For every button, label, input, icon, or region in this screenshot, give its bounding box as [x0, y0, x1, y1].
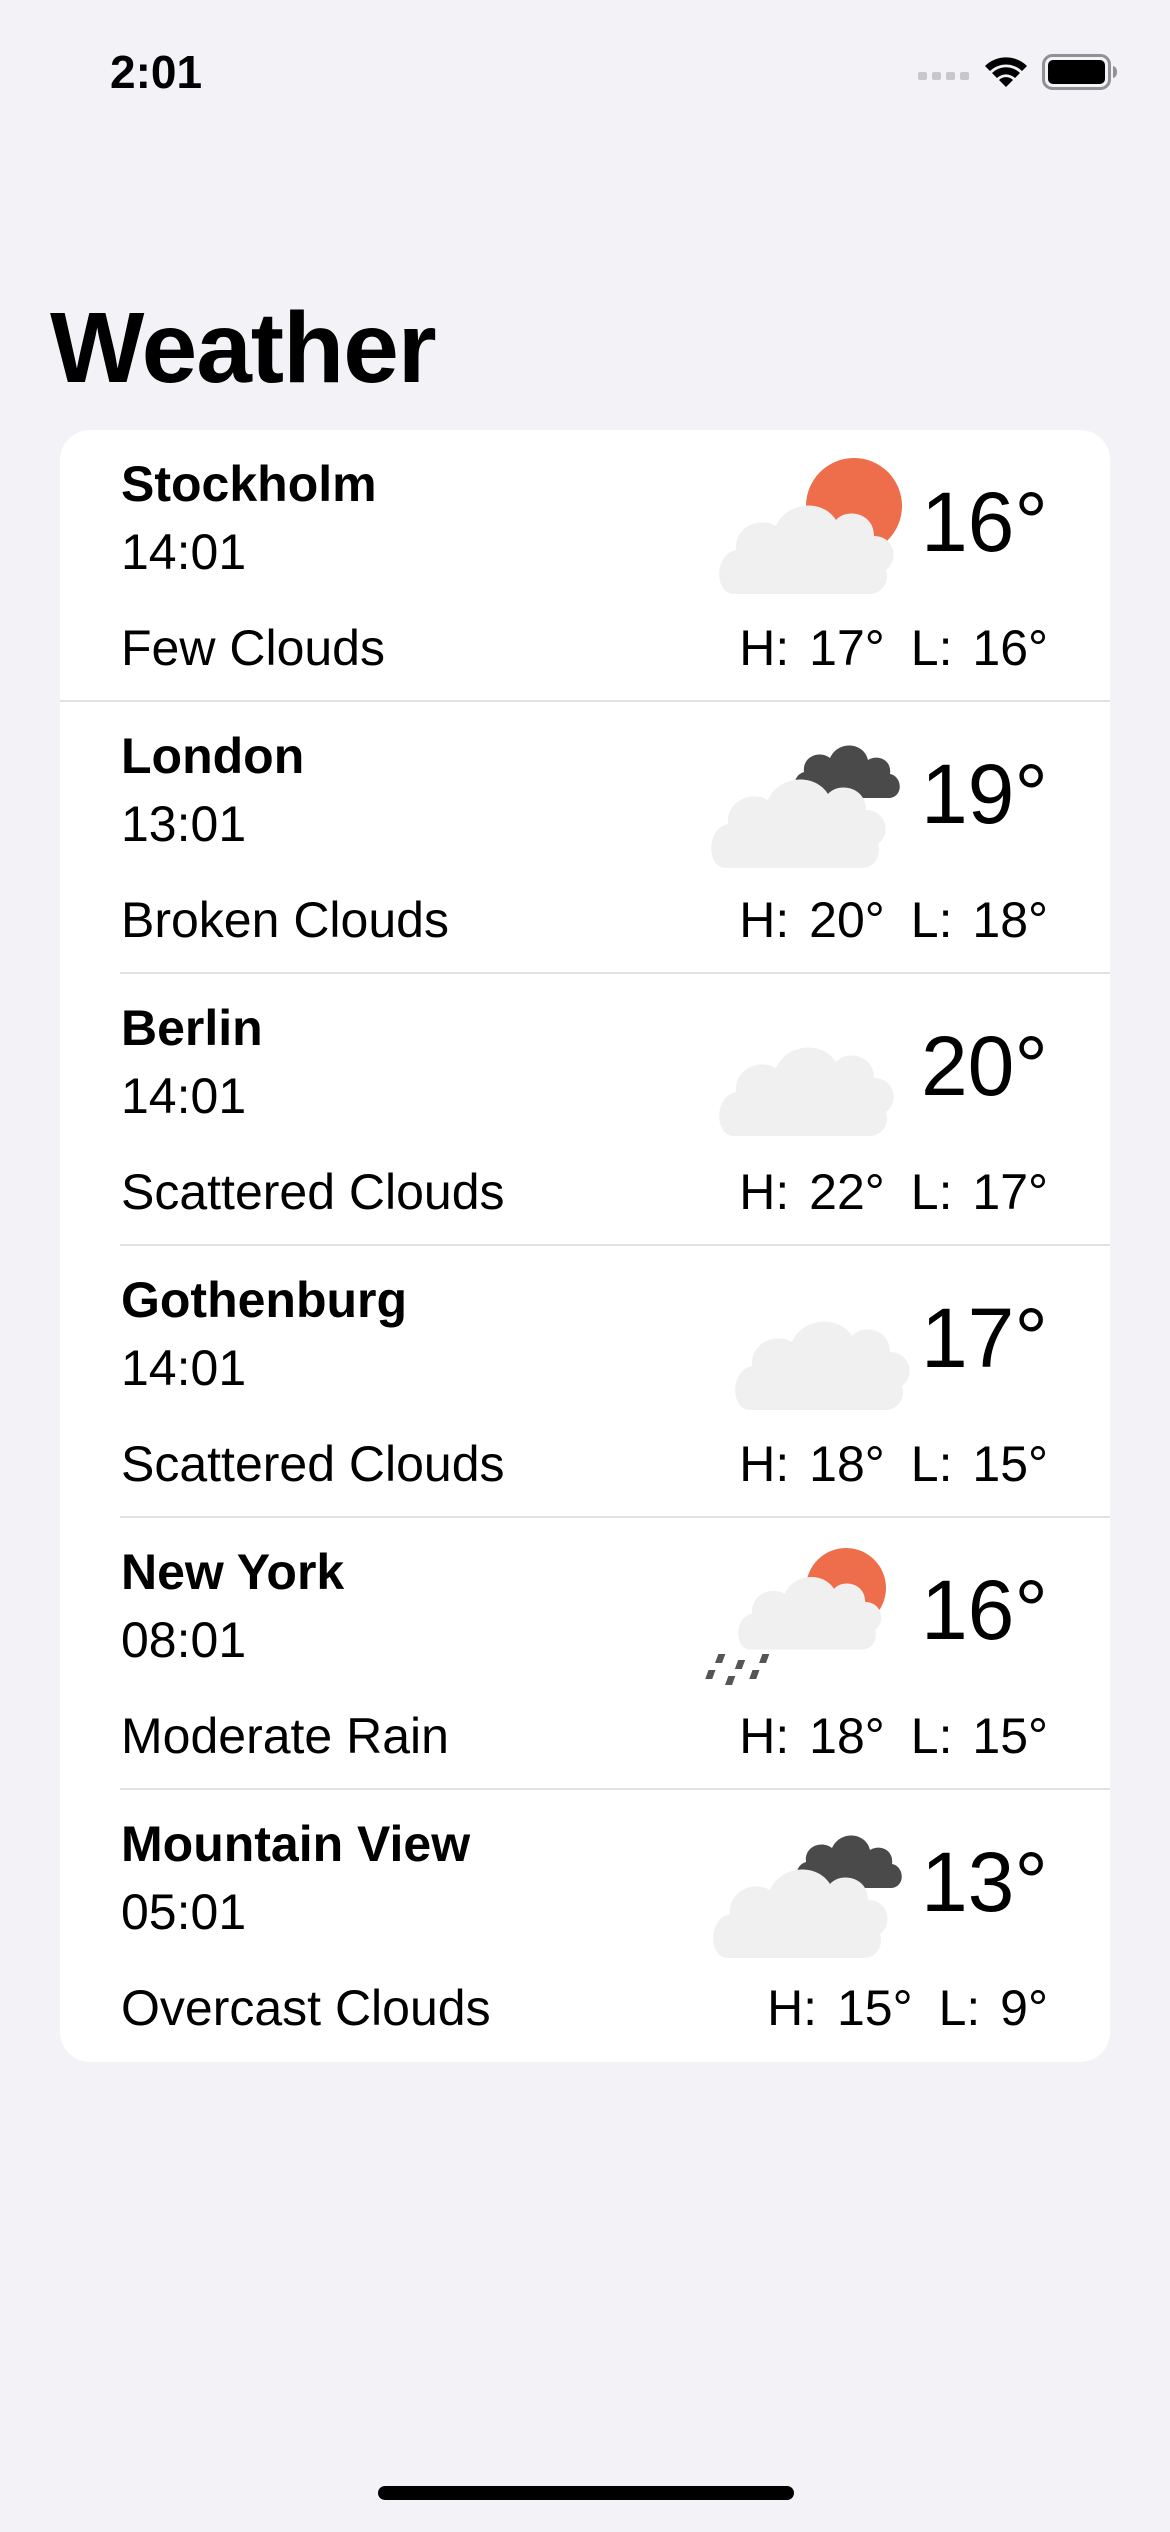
weather-condition: Overcast Clouds — [121, 1980, 491, 2036]
moderate-rain-icon — [705, 1548, 886, 1685]
city-name: London — [121, 728, 305, 784]
page-title: Weather — [50, 292, 437, 404]
current-temperature: 13° — [920, 1835, 1048, 1929]
city-local-time: 05:01 — [121, 1884, 247, 1940]
city-local-time: 14:01 — [121, 524, 247, 580]
city-list: Stockholm 14:01 Few Clouds 16° H: 17° L: … — [60, 430, 1110, 2062]
weather-condition: Scattered Clouds — [121, 1436, 505, 1492]
wifi-icon — [984, 55, 1028, 94]
home-indicator[interactable] — [378, 2486, 794, 2500]
broken-clouds-icon — [711, 745, 900, 868]
city-row-gothenburg[interactable]: Gothenburg 14:01 Scattered Clouds 17° H:… — [60, 1246, 1110, 1518]
low-temperature: L: 9° — [938, 1980, 1048, 2036]
weather-condition: Moderate Rain — [121, 1708, 449, 1764]
high-low-temperature: H: 20° L: 18° — [739, 888, 1048, 952]
weather-condition: Few Clouds — [121, 620, 385, 676]
city-row-stockholm[interactable]: Stockholm 14:01 Few Clouds 16° H: 17° L: … — [60, 430, 1110, 702]
city-name: Berlin — [121, 1000, 263, 1056]
city-local-time: 08:01 — [121, 1612, 247, 1668]
city-row-london[interactable]: London 13:01 Broken Clouds 19° H: 20° L: … — [60, 702, 1110, 974]
status-bar: 2:01 — [0, 0, 1170, 150]
city-local-time: 14:01 — [121, 1340, 247, 1396]
low-temperature: L: 15° — [910, 1708, 1048, 1764]
city-name: Mountain View — [121, 1816, 471, 1872]
battery-icon — [1042, 54, 1118, 95]
status-icons — [918, 54, 1118, 95]
current-temperature: 16° — [920, 475, 1048, 569]
weather-condition: Scattered Clouds — [121, 1164, 505, 1220]
current-temperature: 20° — [920, 1019, 1048, 1113]
scattered-clouds-icon — [735, 1321, 910, 1410]
city-row-berlin[interactable]: Berlin 14:01 Scattered Clouds 20° H: 22°… — [60, 974, 1110, 1246]
overcast-clouds-icon — [713, 1835, 902, 1958]
city-name: New York — [121, 1544, 345, 1600]
city-local-time: 13:01 — [121, 796, 247, 852]
low-temperature: L: 15° — [910, 1436, 1048, 1492]
current-temperature: 16° — [920, 1563, 1048, 1657]
city-row-new-york[interactable]: New York 08:01 Moderate Rain 16° H: 18° L… — [60, 1518, 1110, 1790]
high-temperature: H: 20° — [739, 892, 885, 948]
high-temperature: H: 17° — [739, 620, 885, 676]
current-temperature: 17° — [920, 1291, 1048, 1385]
high-low-temperature: H: 15° L: 9° — [767, 1976, 1048, 2040]
weather-condition: Broken Clouds — [121, 892, 449, 948]
scattered-clouds-icon — [719, 1047, 894, 1136]
cellular-signal-icon — [918, 62, 970, 87]
city-name: Stockholm — [121, 456, 377, 512]
high-low-temperature: H: 17° L: 16° — [739, 616, 1048, 680]
low-temperature: L: 16° — [910, 620, 1048, 676]
high-temperature: H: 18° — [739, 1436, 885, 1492]
current-temperature: 19° — [920, 747, 1048, 841]
high-low-temperature: H: 22° L: 17° — [739, 1160, 1048, 1224]
high-temperature: H: 18° — [739, 1708, 885, 1764]
status-time: 2:01 — [110, 46, 203, 98]
low-temperature: L: 17° — [910, 1164, 1048, 1220]
high-temperature: H: 22° — [739, 1164, 885, 1220]
high-low-temperature: H: 18° L: 15° — [739, 1432, 1048, 1496]
high-temperature: H: 15° — [767, 1980, 913, 2036]
few-clouds-icon — [719, 458, 902, 594]
city-name: Gothenburg — [121, 1272, 408, 1328]
city-row-mountain-view[interactable]: Mountain View 05:01 Overcast Clouds 13° … — [60, 1790, 1110, 2062]
low-temperature: L: 18° — [910, 892, 1048, 948]
high-low-temperature: H: 18° L: 15° — [739, 1704, 1048, 1768]
city-local-time: 14:01 — [121, 1068, 247, 1124]
